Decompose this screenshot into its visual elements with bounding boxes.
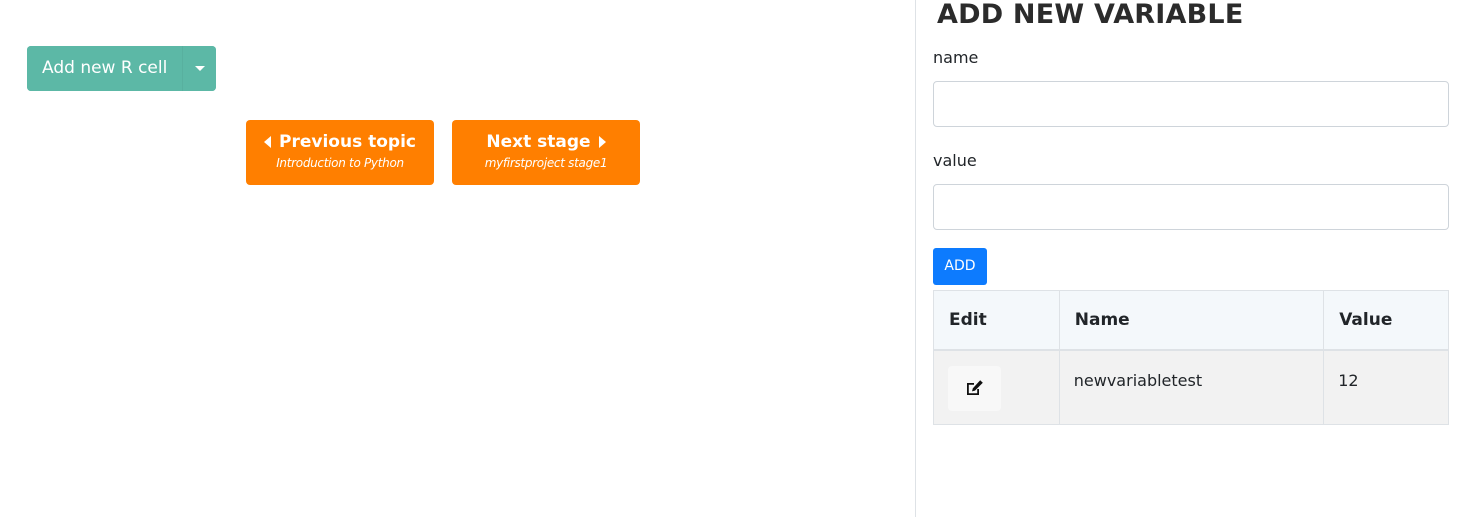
panel-divider — [915, 0, 916, 517]
next-stage-label: Next stage — [486, 132, 591, 152]
previous-topic-subtitle: Introduction to Python — [276, 156, 404, 170]
caret-down-icon — [194, 66, 205, 71]
edit-icon — [966, 380, 983, 395]
table-row: newvariabletest 12 — [933, 349, 1449, 425]
name-input[interactable] — [933, 81, 1449, 127]
previous-topic-button[interactable]: Previous topic Introduction to Python — [246, 120, 434, 185]
next-stage-title-row: Next stage — [452, 131, 640, 153]
value-input[interactable] — [933, 184, 1449, 230]
table-header-row: Edit Name Value — [933, 290, 1449, 351]
column-header-value: Value — [1323, 290, 1449, 351]
variable-value-cell: 12 — [1323, 349, 1449, 425]
caret-left-icon — [264, 136, 271, 148]
add-cell-dropdown-toggle[interactable] — [182, 46, 217, 91]
caret-right-icon — [598, 136, 606, 148]
value-label: value — [933, 151, 977, 170]
edit-cell — [933, 349, 1060, 425]
next-stage-subtitle: myfirstproject stage1 — [484, 156, 608, 170]
add-cell-button-group: Add new R cell — [27, 46, 217, 91]
variable-name-cell: newvariabletest — [1058, 349, 1325, 425]
next-stage-button[interactable]: Next stage myfirstproject stage1 — [452, 120, 640, 185]
column-header-edit: Edit — [933, 290, 1060, 351]
column-header-name: Name — [1058, 290, 1325, 351]
previous-topic-title-row: Previous topic — [246, 131, 434, 153]
add-variable-button[interactable]: ADD — [933, 248, 987, 285]
edit-variable-button[interactable] — [948, 365, 1001, 411]
name-label: name — [933, 48, 979, 67]
variables-table: Edit Name Value newvariabletest 12 — [933, 290, 1449, 425]
panel-title: ADD NEW VARIABLE — [937, 0, 1244, 30]
page: Add new R cell Previous topic Introducti… — [0, 0, 1462, 517]
add-r-cell-button[interactable]: Add new R cell — [27, 46, 183, 91]
previous-topic-label: Previous topic — [279, 132, 416, 152]
